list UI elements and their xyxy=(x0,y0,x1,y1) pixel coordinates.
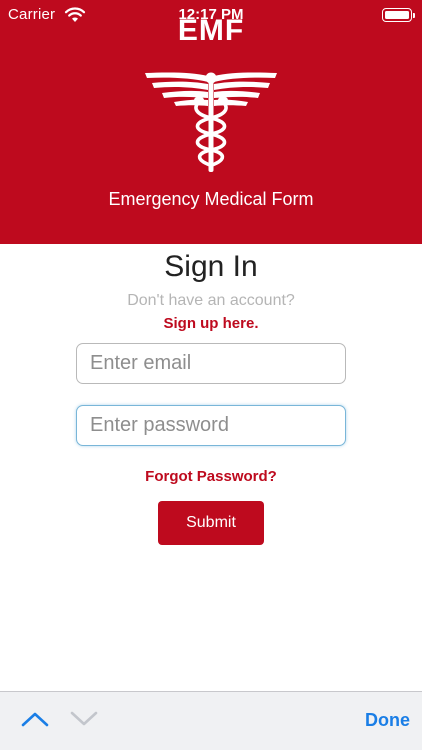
keyboard-toolbar: Done xyxy=(0,691,422,750)
submit-button[interactable]: Submit xyxy=(158,501,264,545)
done-button[interactable]: Done xyxy=(365,710,410,731)
page-title: Sign In xyxy=(164,250,258,283)
password-field[interactable] xyxy=(76,405,346,446)
no-account-text: Don't have an account? xyxy=(127,292,295,309)
email-field[interactable] xyxy=(76,343,346,384)
header-banner: Carrier 12:17 PM EMF Emergency Medical F… xyxy=(0,0,422,244)
app-subtitle: Emergency Medical Form xyxy=(108,189,314,209)
chevron-up-icon[interactable] xyxy=(20,709,50,729)
app-title: EMF xyxy=(177,14,245,47)
signup-link[interactable]: Sign up here. xyxy=(0,315,422,332)
caduceus-icon xyxy=(145,72,277,172)
chevron-down-icon[interactable] xyxy=(69,709,99,729)
forgot-password-link[interactable]: Forgot Password? xyxy=(0,468,422,485)
